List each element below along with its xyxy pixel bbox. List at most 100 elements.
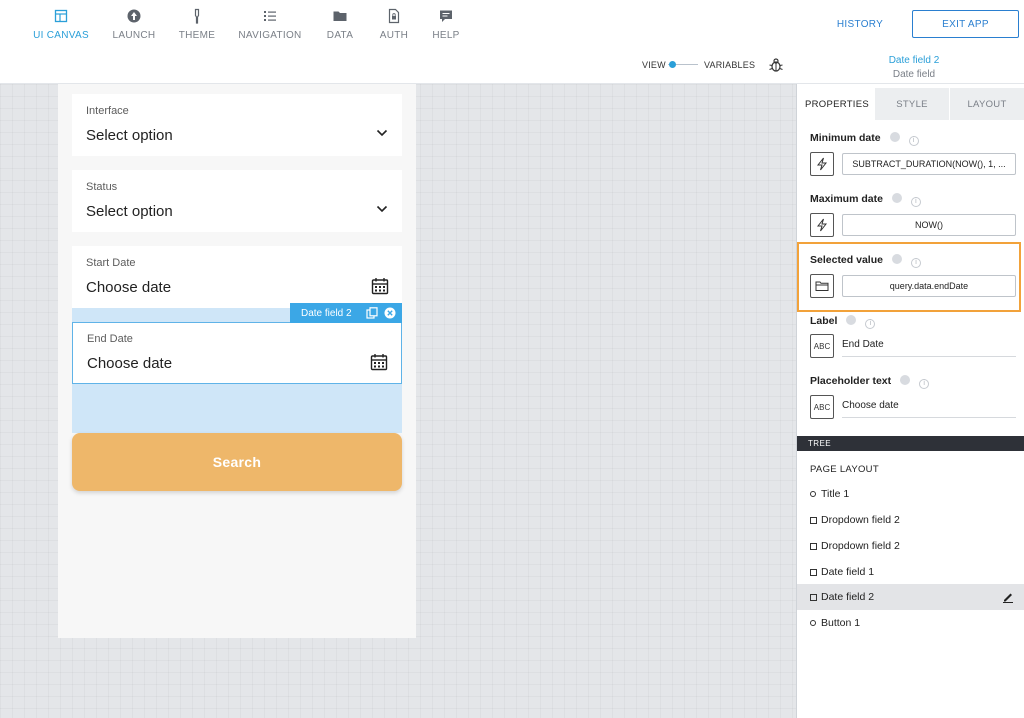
pencil-icon[interactable] [1002,591,1014,603]
list-icon [264,11,276,21]
tree-item-date-field-2[interactable]: Date field 2 [797,584,1024,610]
close-icon[interactable] [384,307,396,319]
tree-item-title-1[interactable]: Title 1 [797,481,1024,507]
info-icon[interactable]: i [919,379,930,389]
selection-tag-label: Date field 2 [301,307,352,319]
info-icon[interactable]: i [908,136,919,146]
link-icon[interactable] [900,375,911,385]
formula-type-button[interactable] [810,213,834,237]
square-icon [810,542,817,550]
tree-item-dropdown-field-2[interactable]: Dropdown field 2 [797,507,1024,533]
selected-value-label: Selected value i [810,254,921,268]
tree-item-label: Button 1 [821,617,861,629]
panel-tabs: PROPERTIES STYLE LAYOUT [797,88,1024,120]
tree-item-dropdown-field-2b[interactable]: Dropdown field 2 [797,533,1024,559]
toggle-knob[interactable] [669,61,676,68]
formula-type-button[interactable] [810,152,834,176]
nav-ui-canvas[interactable]: UI CANVAS [25,8,97,41]
field-label: Status [86,181,118,193]
square-icon [810,593,817,601]
prop-label-text: Selected value [810,254,883,266]
data-type-button[interactable] [810,274,834,298]
placeholder-prop-label: Placeholder text i [810,375,930,389]
prop-label-text: Placeholder text [810,375,892,387]
brush-icon [194,8,200,24]
max-date-value[interactable]: NOW() [842,214,1016,236]
link-icon[interactable] [891,254,902,264]
start-date-field[interactable]: Start Date Choose date [72,246,402,308]
link-icon[interactable] [846,315,857,325]
text-type-icon: ABC [813,341,831,351]
view-mode-label[interactable]: VIEW [642,60,666,70]
info-icon[interactable]: i [910,258,921,268]
nav-theme[interactable]: THEME [161,8,233,41]
tab-properties[interactable]: PROPERTIES [799,88,875,120]
page-layout-heading: PAGE LAYOUT [810,464,879,475]
tab-style[interactable]: STYLE [875,88,949,120]
label-value-input[interactable]: End Date [842,333,1016,357]
field-value: Select option [86,127,173,144]
max-date-label: Maximum date i [810,193,921,207]
tree-item-label: Title 1 [821,488,850,500]
rocket-icon [127,9,141,23]
field-label: End Date [87,333,133,345]
square-icon [810,568,817,576]
chevron-down-icon [376,129,388,137]
nav-label: LAUNCH [112,30,156,41]
tree-header-bar: TREE [797,436,1024,451]
chevron-down-icon [376,205,388,213]
link-icon[interactable] [889,132,900,142]
field-label: Interface [86,105,129,117]
tree-item-label: Date field 1 [821,566,875,578]
placeholder-value-input[interactable]: Choose date [842,394,1016,418]
selected-component-type: Date field [892,69,936,80]
chat-icon [440,10,452,22]
field-value: Choose date [86,279,172,296]
nav-label: AUTH [379,30,409,41]
nav-label: DATA [326,30,354,41]
status-dropdown-field[interactable]: Status Select option [72,170,402,232]
nav-label: HELP [432,30,460,41]
calendar-icon [370,354,388,371]
folder-icon [815,281,829,291]
nav-launch[interactable]: LAUNCH [98,8,170,41]
variables-mode-label[interactable]: VARIABLES [704,60,755,70]
min-date-label: Minimum date i [810,132,919,146]
lightning-icon [816,157,828,171]
label-prop-label: Label i [810,315,876,329]
bug-icon[interactable] [768,57,784,73]
nav-label: THEME [178,30,216,41]
layout-icon [54,9,68,23]
lightning-icon [816,218,828,232]
lock-file-icon [388,8,400,24]
nav-label: UI CANVAS [33,30,89,41]
info-icon[interactable]: i [910,197,921,207]
folder-icon [333,11,347,21]
prop-label-text: Minimum date [810,132,881,144]
text-type-button[interactable]: ABC [810,395,834,419]
nav-label: NAVIGATION [238,30,302,41]
min-date-value[interactable]: SUBTRACT_DURATION(NOW(), 1, ... [842,153,1016,175]
link-icon[interactable] [891,193,902,203]
calendar-icon [371,278,389,295]
tree-item-date-field-1[interactable]: Date field 1 [797,559,1024,585]
selected-component-title: Date field 2 [888,55,940,66]
circle-icon [810,491,816,497]
info-icon[interactable]: i [865,319,876,329]
selected-value-input[interactable]: query.data.endDate [842,275,1016,297]
tree-item-label: Dropdown field 2 [821,514,900,526]
prop-label-text: Maximum date [810,193,883,205]
interface-dropdown-field[interactable]: Interface Select option [72,94,402,156]
copy-icon[interactable] [366,307,378,319]
exit-app-button[interactable]: EXIT APP [912,10,1019,38]
history-button[interactable]: HISTORY [826,12,894,36]
tree-item-button-1[interactable]: Button 1 [797,610,1024,636]
search-button[interactable]: Search [72,433,402,491]
selection-tag[interactable]: Date field 2 [290,303,402,323]
text-type-button[interactable]: ABC [810,334,834,358]
circle-icon [810,620,816,626]
nav-navigation[interactable]: NAVIGATION [234,8,306,41]
end-date-field[interactable]: End Date Choose date [72,322,402,384]
nav-help[interactable]: HELP [410,8,482,41]
tab-layout[interactable]: LAYOUT [950,88,1024,120]
